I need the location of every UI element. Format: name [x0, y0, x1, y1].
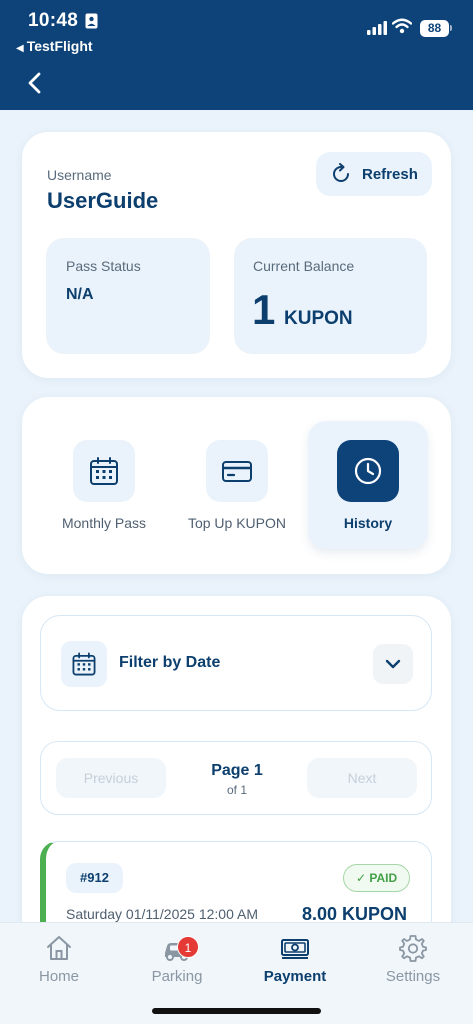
menu-card: Monthly Pass Top Up KUPON History [22, 397, 451, 574]
top-up-kupon-label: Top Up KUPON [187, 515, 287, 531]
cash-icon [281, 939, 309, 959]
status-time: 10:48 [28, 10, 79, 31]
battery-icon: 88 [420, 20, 452, 37]
id-badge-icon [85, 13, 98, 29]
history-label: History [343, 515, 393, 531]
monthly-pass-label: Monthly Pass [61, 515, 147, 531]
pagination-bar: Previous Page 1 of 1 Next [40, 741, 432, 815]
username-value: UserGuide [47, 188, 159, 213]
refresh-label: Refresh [362, 165, 418, 183]
back-app-label: TestFlight [26, 38, 93, 54]
history-button[interactable]: History [308, 421, 428, 549]
pass-status-box: Pass Status N/A [46, 238, 210, 354]
next-page-button[interactable]: Next [307, 758, 417, 798]
tab-parking[interactable]: 1 Parking [127, 933, 227, 993]
home-indicator [152, 1008, 321, 1014]
tab-parking-label: Parking [151, 968, 203, 985]
tab-home[interactable]: Home [9, 933, 109, 993]
back-chevron-icon[interactable] [22, 70, 48, 96]
app-header: 10:48 ◀ TestFlight 88 [0, 0, 473, 110]
calendar-icon [61, 641, 107, 687]
balance-box: Current Balance 1 KUPON [234, 238, 427, 354]
filter-by-date-label: Filter by Date [119, 654, 221, 671]
gear-icon [399, 935, 427, 962]
top-up-kupon-button[interactable]: Top Up KUPON [182, 397, 292, 574]
username-label: Username [47, 167, 112, 183]
balance-label: Current Balance [253, 258, 355, 274]
balance-value: 1 [252, 286, 276, 333]
tab-settings[interactable]: Settings [363, 933, 463, 993]
credit-card-icon [206, 440, 268, 502]
monthly-pass-button[interactable]: Monthly Pass [54, 397, 154, 574]
filter-by-date-dropdown[interactable]: Filter by Date [40, 615, 432, 711]
cellular-signal-icon [367, 21, 387, 35]
tab-payment-label: Payment [263, 968, 327, 985]
home-icon [47, 936, 71, 960]
chevron-down-icon[interactable] [373, 644, 413, 684]
balance-unit: KUPON [284, 308, 353, 329]
transaction-date: Saturday 01/11/2025 12:00 AM [66, 906, 258, 922]
pass-status-label: Pass Status [66, 258, 141, 274]
status-badge: ✓ PAID [343, 864, 411, 892]
pass-status-value: N/A [66, 286, 94, 303]
wifi-icon [392, 18, 412, 34]
tab-home-label: Home [38, 968, 79, 985]
refresh-icon [333, 163, 349, 182]
tab-settings-label: Settings [385, 968, 441, 985]
account-card: Username UserGuide Refresh Pass Status N… [22, 132, 451, 378]
refresh-button[interactable]: Refresh [316, 152, 432, 196]
transaction-id: #912 [66, 863, 123, 893]
calendar-icon [73, 440, 135, 502]
clock-icon [337, 440, 399, 502]
tab-payment[interactable]: Payment [245, 933, 345, 993]
notification-badge: 1 [177, 936, 199, 958]
history-list-card: Filter by Date Previous Page 1 of 1 Next… [22, 596, 451, 981]
back-to-app-link[interactable]: ◀ TestFlight [16, 38, 93, 54]
